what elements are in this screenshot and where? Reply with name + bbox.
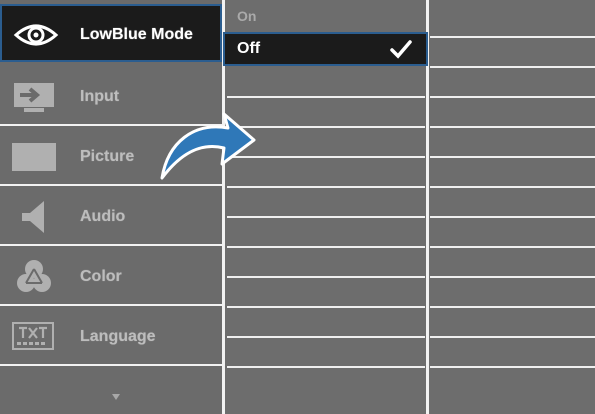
option-on[interactable]: On [237, 8, 256, 24]
row-divider [430, 36, 595, 38]
color-circles-icon [17, 260, 51, 292]
chevron-down-icon [112, 394, 120, 400]
menu-item-label: Picture [80, 148, 135, 165]
input-icon [14, 83, 54, 112]
menu-scroll-down[interactable] [0, 370, 222, 414]
speaker-icon [22, 201, 44, 233]
row-divider [227, 336, 425, 338]
menu-item-audio[interactable]: Audio [0, 188, 222, 246]
option-off[interactable]: Off [223, 32, 428, 66]
row-divider [430, 96, 595, 98]
monitor-osd: LowBlue Mode Input Picture Audio Color L… [0, 0, 595, 414]
check-icon [390, 40, 412, 59]
menu-item-label: Color [80, 268, 122, 285]
row-divider [430, 216, 595, 218]
row-divider [430, 156, 595, 158]
menu-item-label: Input [80, 88, 120, 105]
main-menu: LowBlue Mode Input Picture Audio Color L… [0, 0, 225, 414]
row-divider [227, 246, 425, 248]
picture-icon [12, 143, 56, 171]
submenu: On Off [223, 0, 428, 414]
row-divider [430, 246, 595, 248]
row-divider [227, 366, 425, 368]
menu-item-label: Audio [80, 208, 126, 225]
menu-item-language[interactable]: Language [0, 308, 222, 366]
row-divider [430, 66, 595, 68]
row-divider [430, 126, 595, 128]
row-divider [430, 276, 595, 278]
row-divider [227, 276, 425, 278]
row-divider [430, 336, 595, 338]
curved-arrow-icon [160, 112, 256, 180]
menu-item-color[interactable]: Color [0, 248, 222, 306]
row-divider [430, 186, 595, 188]
row-divider [227, 96, 425, 98]
row-divider [430, 306, 595, 308]
menu-item-lowblue-mode[interactable]: LowBlue Mode [0, 4, 222, 62]
row-divider [227, 216, 425, 218]
eye-icon [13, 24, 59, 46]
third-column [430, 0, 595, 414]
row-divider [430, 366, 595, 368]
txt-language-icon [12, 322, 54, 350]
menu-item-label: Language [80, 328, 156, 345]
option-label: Off [237, 40, 261, 57]
row-divider [227, 306, 425, 308]
menu-item-label: LowBlue Mode [80, 26, 193, 43]
row-divider [227, 186, 425, 188]
